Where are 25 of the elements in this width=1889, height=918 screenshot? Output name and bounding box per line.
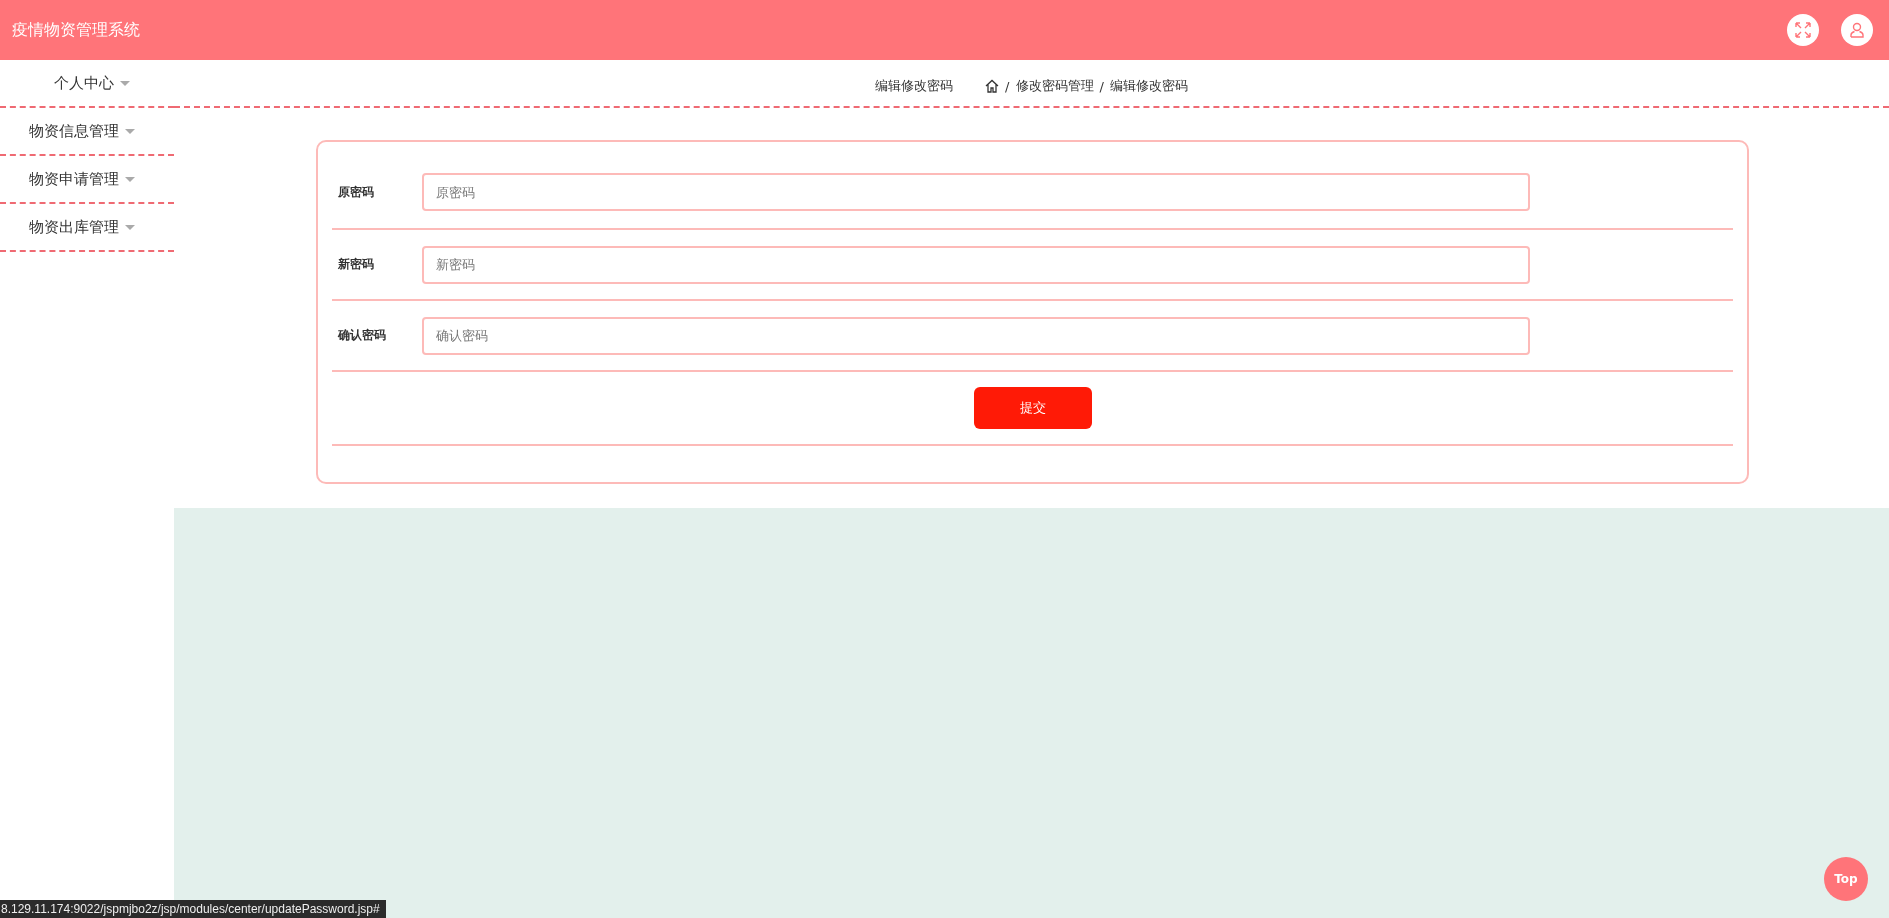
fullscreen-icon[interactable]	[1787, 14, 1819, 46]
breadcrumb-item[interactable]: 编辑修改密码	[1109, 77, 1188, 95]
caret-icon	[125, 224, 135, 230]
password-input[interactable]: 原密码	[422, 173, 1530, 211]
password-input[interactable]: 确认密码	[422, 316, 1530, 355]
sidebar-menu-item[interactable]: 物资出库管理	[0, 204, 174, 252]
field-label: 确认密码	[336, 327, 387, 344]
status-url: 8.129.11.174:9022/jspmjbo2z/jsp/modules/center/updatePassword.jsp#	[0, 900, 386, 918]
sidebar-menu-item[interactable]: 个人中心	[0, 60, 174, 108]
field-label: 新密码	[337, 256, 375, 273]
page-title: 编辑修改密码	[875, 77, 954, 95]
breadcrumb-separator: /	[1099, 78, 1104, 94]
breadcrumb-separator: /	[1005, 78, 1010, 94]
sidebar-menu-item[interactable]: 物资信息管理	[0, 108, 174, 156]
home-icon[interactable]	[985, 79, 1000, 93]
submit-button[interactable]: 提交	[973, 387, 1092, 429]
breadcrumb-item[interactable]: 修改密码管理	[1015, 77, 1094, 95]
app-title: 疫情物资管理系统	[12, 19, 140, 41]
password-input[interactable]: 新密码	[422, 245, 1530, 284]
caret-icon	[125, 176, 135, 182]
sidebar-menu-item[interactable]: 物资申请管理	[0, 156, 174, 204]
user-icon[interactable]	[1841, 14, 1873, 46]
caret-icon	[120, 80, 130, 86]
caret-icon	[125, 128, 135, 134]
field-label: 原密码	[337, 183, 375, 201]
